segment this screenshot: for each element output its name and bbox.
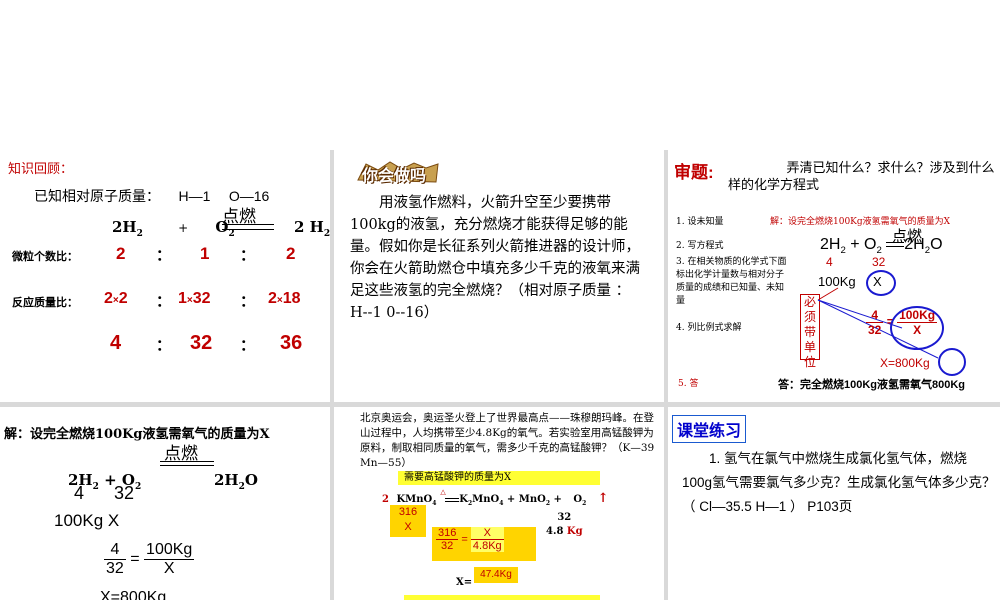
coef-32: 32: [114, 483, 135, 503]
mass-ratio: 2×2: [104, 290, 128, 307]
mass-result: 4: [110, 332, 122, 354]
coef-4: 4: [74, 483, 85, 503]
result-label: X=: [456, 577, 473, 588]
problem-text: 北京奥运会，奥运圣火登上了世界最高点——珠穆朗玛峰。在登山过程中，人均携带至少4…: [360, 412, 655, 469]
solve-statement: 需要高锰酸钾的质量为X: [398, 471, 600, 485]
highlight-bar: [404, 595, 600, 600]
mass-ratio: 2×18: [268, 290, 301, 307]
proportion: 4 32 = 100Kg X: [104, 541, 195, 577]
o2-mass: 32 4.8 Kg: [546, 512, 583, 537]
slide-title: 课堂练习: [672, 415, 747, 443]
equation: 2H2 + O2 2 H2O: [112, 218, 330, 239]
slide-exercise-everest: 北京奥运会，奥运圣火登上了世界最高点——珠穆朗玛峰。在登山过程中，人均携带至少4…: [334, 407, 664, 600]
ratio-value: 2: [116, 244, 126, 263]
highlight-circle: [890, 306, 944, 350]
problem-text: 用液氢作燃料，火箭升空至少要携带100kg的液氢，充分燃烧才能获得足够的能量。假…: [350, 195, 640, 321]
slide-knowledge-review: 知识回顾： 已知相对原子质量： H—1 O—16 点燃 2H2 + O2 2 H…: [0, 152, 330, 402]
step-5: 5. 答: [678, 379, 699, 389]
molar-mass-box: 316 X: [390, 505, 426, 537]
slide-problem: 你会做吗 用液氢作燃料，火箭升空至少要携带100kg的液氢，充分燃烧才能获得足够…: [334, 152, 664, 402]
slide-analysis: 审题: 弄清已知什么？求什么？涉及到什么样的化学方程式 1. 设未知量 解：设完…: [668, 152, 1000, 402]
ratio-label: 微粒个数比：: [12, 250, 78, 263]
result: X=800Kg: [880, 356, 930, 370]
slide-class-practice: 课堂练习 1. 氢气在氯气中燃烧生成氯化氢气体，燃烧100g氢气需要氯气多少克？…: [668, 407, 1000, 600]
mass-ratio: 1×32: [178, 290, 211, 307]
ratio-value: 2: [286, 244, 296, 263]
step-4: 4. 列比例式求解: [676, 323, 742, 333]
result: 47.4Kg: [474, 567, 518, 583]
slide-title: 知识回顾：: [8, 162, 74, 177]
given-100kg: 100Kg X: [54, 511, 120, 530]
slide-solution: 解：设完全燃烧100Kg液氢需氧气的质量为X 点燃 2H2 + O2 2H2O …: [0, 407, 330, 600]
mass-label: 反应质量比：: [12, 296, 78, 309]
highlight-circle: [938, 348, 966, 376]
answer: 答：完全燃烧100Kg液氢需氧气800Kg: [778, 379, 966, 391]
solve-statement: 解：设完全燃烧100Kg液氢需氧气的质量为X: [4, 427, 270, 442]
condition-arrow: [160, 461, 214, 466]
result: X=800Kg: [100, 589, 167, 600]
exercise-text: 1. 氢气在氯气中燃烧生成氯化氢气体，燃烧100g氢气需要氯气多少克？生成氯化氢…: [682, 451, 996, 514]
product: 2H2O: [214, 471, 258, 492]
mass-result: 36: [280, 332, 303, 354]
proportion: 316 32 = X 4.8Kg: [432, 527, 536, 561]
mass-result: 32: [190, 332, 213, 354]
ratio-value: 1: [200, 244, 210, 263]
badge: 你会做吗: [356, 160, 440, 185]
